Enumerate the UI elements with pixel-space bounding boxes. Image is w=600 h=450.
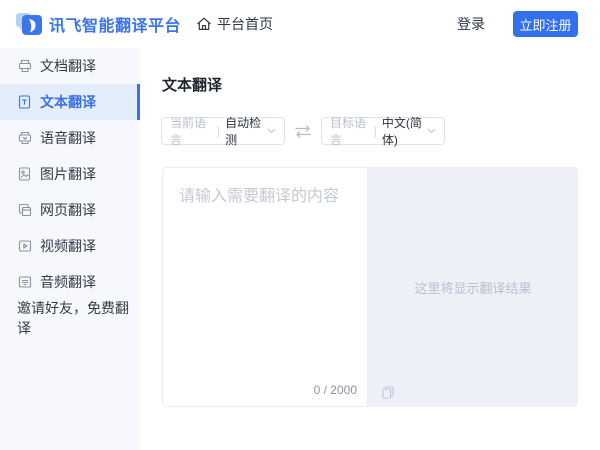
image-translate-icon (17, 167, 32, 182)
video-translate-icon (17, 239, 32, 254)
sidebar-item-video-translate[interactable]: 视频翻译 (0, 228, 140, 264)
target-language-select[interactable]: 目标语言 | 中文(简体) (321, 117, 445, 145)
document-translate-icon (17, 59, 32, 74)
logo-icon (16, 10, 43, 38)
source-language-select[interactable]: 当前语言 | 自动检测 (161, 117, 285, 145)
sidebar-item-audio-translate[interactable]: 音频翻译 (0, 264, 140, 300)
sidebar-item-text-translate[interactable]: 文本翻译 (0, 84, 140, 120)
swap-languages-icon[interactable] (294, 125, 312, 138)
sidebar-item-image-translate[interactable]: 图片翻译 (0, 156, 140, 192)
home-nav-link[interactable]: 平台首页 (196, 14, 273, 34)
result-placeholder-text: 这里将显示翻译结果 (414, 278, 531, 297)
text-translate-icon (17, 95, 32, 110)
divider: | (374, 124, 377, 138)
source-text-panel: 0 / 2000 (162, 167, 368, 407)
source-language-value: 自动检测 (225, 114, 267, 148)
sidebar-item-document-translate[interactable]: 文档翻译 (0, 48, 140, 84)
invite-friends-link[interactable]: 邀请好友，免费翻译 (0, 300, 140, 336)
register-button[interactable]: 立即注册 (513, 11, 578, 37)
main-content: 文本翻译 当前语言 | 自动检测 目标语言 | 中文(简体) (140, 48, 600, 450)
top-header: 讯飞智能翻译平台 平台首页 登录 立即注册 (0, 0, 600, 48)
target-language-prefix: 目标语言 (330, 114, 369, 148)
copy-icon (382, 386, 394, 399)
sidebar-item-webpage-translate[interactable]: 网页翻译 (0, 192, 140, 228)
chevron-down-icon (427, 128, 436, 134)
home-icon (196, 16, 212, 32)
divider: | (217, 124, 220, 138)
voice-translate-icon (17, 131, 32, 146)
target-language-value: 中文(简体) (382, 114, 427, 148)
copy-result-button[interactable] (382, 386, 394, 399)
source-language-prefix: 当前语言 (170, 114, 212, 148)
sidebar-item-label: 图片翻译 (40, 164, 96, 184)
home-nav-label: 平台首页 (217, 14, 273, 34)
language-bar: 当前语言 | 自动检测 目标语言 | 中文(简体) (161, 117, 445, 145)
translation-result-panel: 这里将显示翻译结果 (368, 167, 578, 407)
sidebar-item-voice-translate[interactable]: 语音翻译 (0, 120, 140, 156)
sidebar-item-label: 网页翻译 (40, 200, 96, 220)
platform-logo[interactable]: 讯飞智能翻译平台 (16, 10, 181, 38)
sidebar-item-label: 视频翻译 (40, 236, 96, 256)
logo-text: 讯飞智能翻译平台 (49, 12, 181, 36)
sidebar-item-label: 音频翻译 (40, 272, 96, 292)
page-title: 文本翻译 (162, 74, 222, 95)
webpage-translate-icon (17, 203, 32, 218)
translation-platform-page: 讯飞智能翻译平台 平台首页 登录 立即注册 文档翻译 (0, 0, 600, 450)
login-link[interactable]: 登录 (457, 14, 485, 34)
translate-panels: 0 / 2000 这里将显示翻译结果 (162, 167, 578, 407)
sidebar-item-label: 文档翻译 (40, 56, 96, 76)
source-text-input[interactable] (163, 168, 367, 373)
char-counter: 0 / 2000 (314, 383, 357, 397)
sidebar-item-label: 文本翻译 (40, 92, 96, 112)
chevron-down-icon (267, 128, 276, 134)
audio-translate-icon (17, 275, 32, 290)
sidebar-nav: 文档翻译 文本翻译 语音翻译 图片翻译 (0, 48, 140, 450)
sidebar-item-label: 语音翻译 (40, 128, 96, 148)
